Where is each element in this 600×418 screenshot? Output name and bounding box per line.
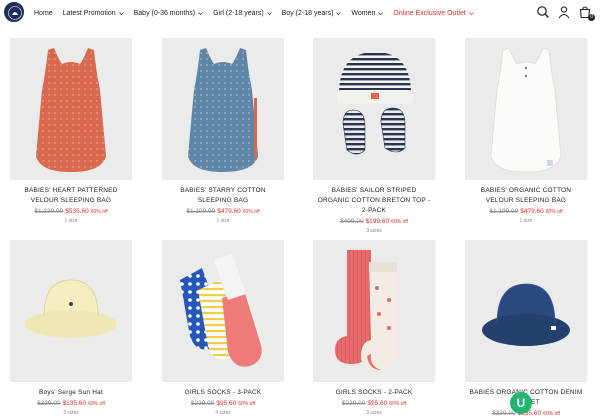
- sale-price: $199.60: [365, 218, 390, 225]
- yellow-sun-hat-image: [25, 279, 117, 338]
- product-name[interactable]: BABIES' STARRY COTTON SLEEPING BAG: [162, 186, 284, 206]
- discount-badge: 60% off: [242, 209, 260, 215]
- chevron-down-icon: [198, 11, 203, 15]
- nav-item-label: Women: [351, 9, 376, 17]
- sale-price: $95.60: [367, 400, 388, 407]
- original-price: $1,199.00: [489, 208, 519, 215]
- product-price: $239.00 $95.60 60% off: [313, 400, 435, 407]
- product-name[interactable]: GIRLS SOCKS - 3-PACK: [162, 388, 284, 398]
- orange-sleeping-bag-image: [36, 48, 106, 172]
- product-card[interactable]: BABIES' ORGANIC COTTON VELOUR SLEEPING B…: [465, 38, 587, 224]
- main-nav: Home Latest Promotion Baby (0-36 months)…: [34, 0, 484, 26]
- product-price: $499.00 $199.60 60% off: [313, 218, 435, 225]
- original-price: $339.00: [492, 410, 516, 417]
- cart-icon[interactable]: 0: [578, 5, 595, 21]
- size-count: 1 size: [216, 218, 230, 224]
- nav-item-label: Baby (0-36 months): [133, 9, 196, 17]
- product-card[interactable]: BABIES ORGANIC COTTON DENIM BUCKET $339.…: [465, 240, 587, 418]
- product-card[interactable]: BABIES' SAILOR STRIPED ORGANIC COTTON BR…: [313, 38, 435, 234]
- denim-bucket-hat-image: [482, 283, 570, 346]
- discount-badge: 60% off: [391, 219, 408, 225]
- nav-item-label: Boy (2-18 years): [281, 9, 334, 17]
- product-name[interactable]: BABIES' ORGANIC COTTON VELOUR SLEEPING B…: [465, 186, 587, 206]
- product-image[interactable]: [313, 38, 435, 180]
- nav-item-girl[interactable]: Girl (2-18 years): [213, 10, 272, 17]
- size-count: 3 sizes: [63, 410, 79, 416]
- product-price: $1,339.00 $535.60 60% off: [10, 208, 132, 215]
- product-name[interactable]: BABIES' HEART PATTERNED VELOUR SLEEPING …: [10, 186, 132, 206]
- nav-item-latest-promotion[interactable]: Latest Promotion: [63, 10, 124, 17]
- product-card[interactable]: BABIES' HEART PATTERNED VELOUR SLEEPING …: [10, 38, 132, 224]
- nav-item-women[interactable]: Women: [351, 9, 384, 17]
- socks-3-pack-image: [180, 254, 262, 367]
- product-image[interactable]: [162, 38, 284, 180]
- discount-badge: 60% off: [545, 209, 563, 215]
- chevron-down-icon: [336, 11, 342, 15]
- nav-item-home[interactable]: Home: [34, 10, 53, 17]
- product-image[interactable]: [10, 38, 132, 180]
- product-name[interactable]: BABIES' SAILOR STRIPED ORGANIC COTTON BR…: [313, 186, 435, 216]
- discount-badge: 60% off: [90, 209, 108, 215]
- product-price: $239.00 $95.60 60% off: [162, 400, 284, 407]
- discount-badge: 60% off: [389, 401, 407, 407]
- product-image[interactable]: [162, 240, 284, 382]
- cart-count-badge: 0: [588, 14, 595, 21]
- product-image[interactable]: [313, 240, 435, 382]
- discount-badge: 60% off: [543, 411, 560, 417]
- nav-item-label: Online Exclusive Outlet: [393, 9, 466, 17]
- header-actions: 0: [529, 5, 595, 21]
- sale-price: $135.60: [62, 400, 87, 407]
- original-price: $339.00: [37, 400, 61, 407]
- nav-item-label: Girl (2-18 years): [213, 9, 264, 17]
- product-card[interactable]: GIRLS SOCKS - 2-PACK $239.00 $95.60 60% of…: [313, 240, 435, 416]
- size-count: 3 sizes: [366, 228, 382, 234]
- product-name[interactable]: GIRLS SOCKS - 2-PACK: [313, 388, 435, 398]
- original-price: $1,199.00: [186, 208, 216, 215]
- blue-sleeping-bag-image: [188, 48, 258, 172]
- original-price: $499.00: [340, 218, 364, 225]
- site-header: Home Latest Promotion Baby (0-36 months)…: [0, 0, 600, 26]
- chevron-down-icon: [378, 11, 384, 15]
- white-sleeping-bag-image: [490, 47, 562, 173]
- sale-price: $535.60: [65, 208, 89, 215]
- product-card[interactable]: Boys' Serge Sun Hat $339.00 $135.60 60% of…: [10, 240, 132, 416]
- size-count: 1 size: [64, 218, 78, 224]
- product-card[interactable]: BABIES' STARRY COTTON SLEEPING BAG $1,19…: [162, 38, 284, 224]
- size-count: 4 sizes: [215, 410, 231, 416]
- sale-price: $479.60: [217, 208, 241, 215]
- size-count: 1 size: [519, 218, 533, 224]
- striped-hat-and-booties-image: [337, 52, 413, 155]
- chat-widget-button[interactable]: U: [510, 392, 532, 414]
- user-account-icon[interactable]: [557, 5, 571, 19]
- discount-badge: 60% off: [88, 401, 105, 407]
- product-price: $1,199.00 $479.60 60% off: [465, 208, 587, 215]
- product-image[interactable]: [465, 240, 587, 382]
- product-image[interactable]: [465, 38, 587, 180]
- product-card[interactable]: GIRLS SOCKS - 3-PACK $239.00 $95.60 60% of…: [162, 240, 284, 416]
- discount-badge: 60% off: [238, 401, 256, 407]
- nav-item-label: Home: [34, 9, 53, 17]
- nav-item-label: Latest Promotion: [62, 9, 116, 17]
- original-price: $1,339.00: [34, 208, 64, 215]
- nav-item-online-exclusive-outlet[interactable]: Online Exclusive Outlet: [393, 9, 474, 17]
- brand-logo[interactable]: [4, 2, 24, 22]
- chevron-down-icon: [469, 11, 474, 15]
- product-price: $339.00 $135.60 60% off: [10, 400, 132, 407]
- nav-item-boy[interactable]: Boy (2-18 years): [282, 10, 342, 17]
- chevron-down-icon: [266, 11, 272, 15]
- nav-item-baby[interactable]: Baby (0-36 months): [134, 10, 203, 17]
- product-image[interactable]: [10, 240, 132, 382]
- product-name[interactable]: Boys' Serge Sun Hat: [10, 388, 132, 398]
- original-price: $239.00: [341, 400, 366, 407]
- size-count: 3 sizes: [366, 410, 382, 416]
- sale-price: $479.60: [520, 208, 544, 215]
- product-price: $1,199.00 $479.60 60% off: [162, 208, 284, 215]
- socks-2-pack-image: [335, 250, 397, 370]
- chevron-down-icon: [118, 11, 124, 15]
- search-icon[interactable]: [536, 5, 550, 19]
- original-price: $239.00: [190, 400, 215, 407]
- sale-price: $95.60: [216, 400, 237, 407]
